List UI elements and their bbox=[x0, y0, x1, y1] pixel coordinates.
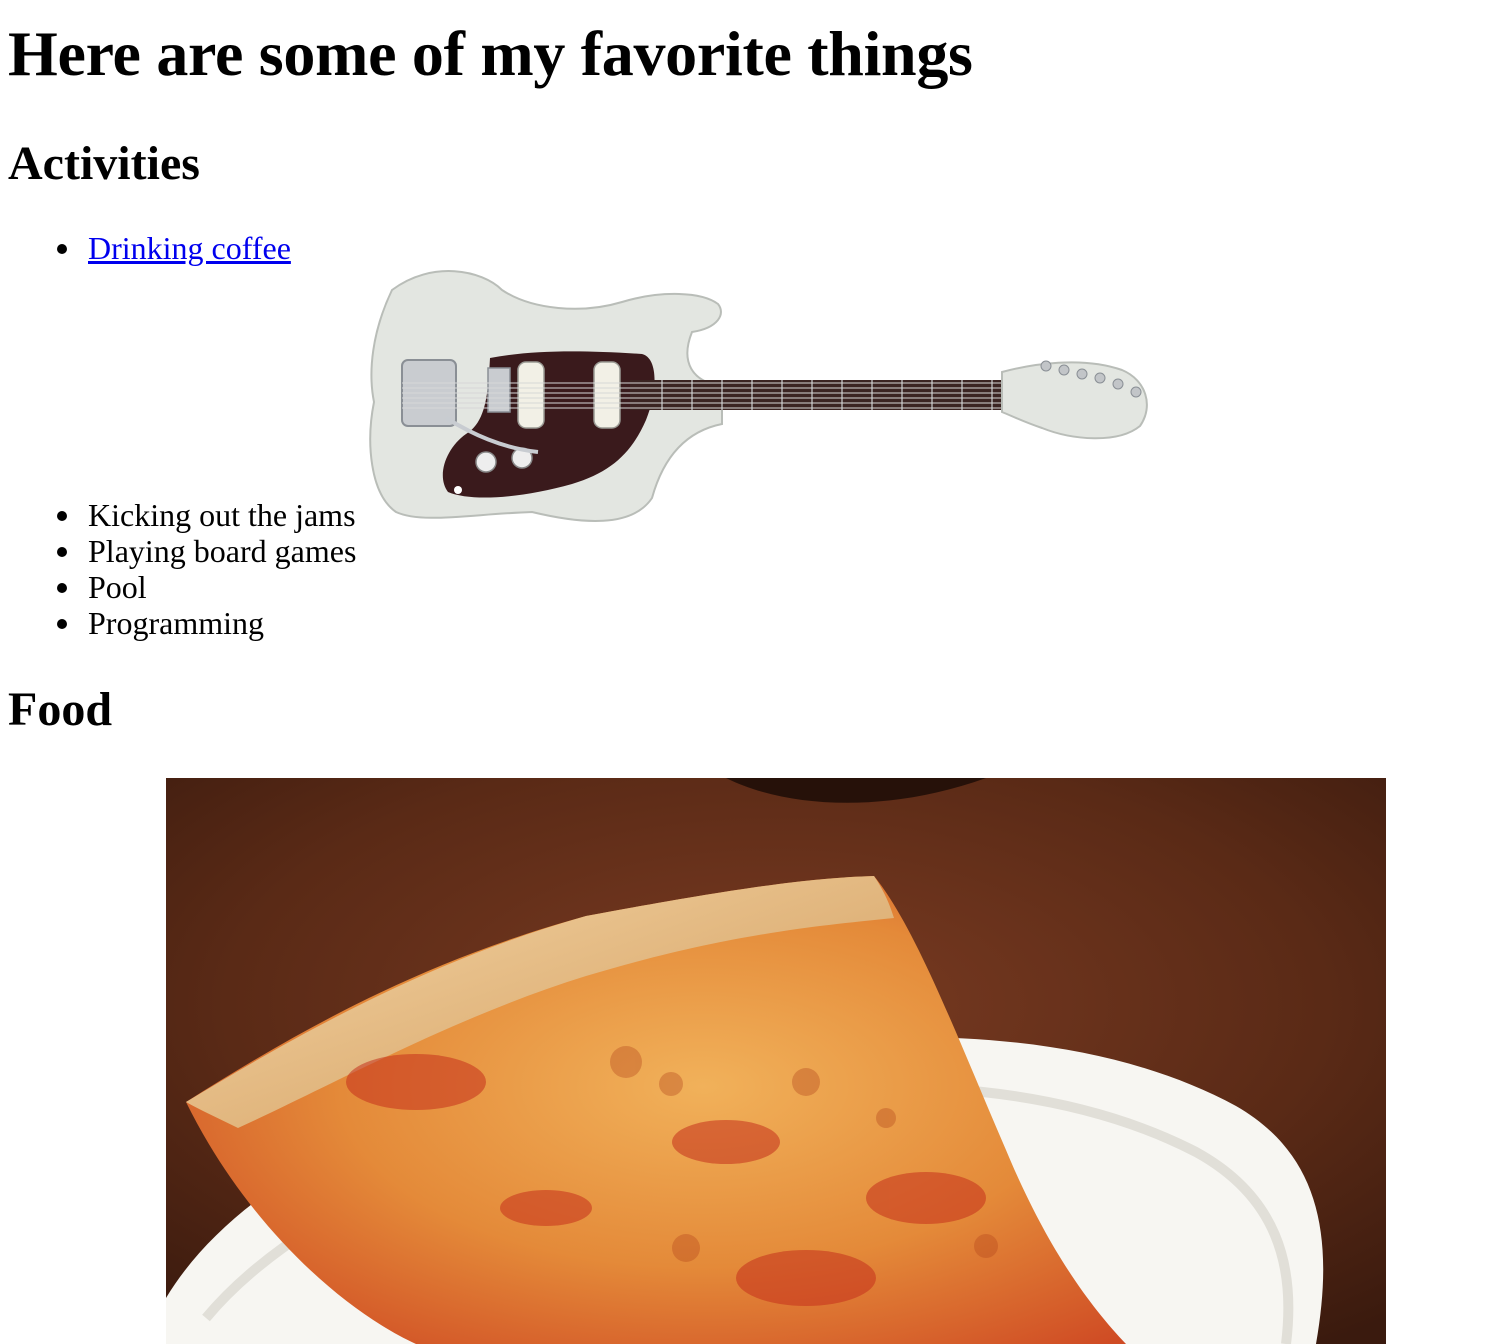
activities-list: Kicking out the jams Playing board games… bbox=[0, 497, 356, 641]
list-item: Playing board games bbox=[0, 533, 356, 569]
activities-heading: Activities bbox=[8, 137, 200, 190]
page-title: Here are some of my favorite things bbox=[8, 18, 973, 89]
page: Here are some of my favorite things Acti… bbox=[0, 0, 1496, 1344]
food-heading: Food bbox=[8, 683, 113, 736]
list-item: Pool bbox=[0, 569, 356, 605]
list-item: Drinking coffee bbox=[0, 230, 291, 266]
drinking-coffee-link[interactable]: Drinking coffee bbox=[88, 230, 291, 266]
guitar-image bbox=[369, 270, 1148, 522]
list-item: Programming bbox=[0, 605, 356, 641]
pizza-image bbox=[166, 778, 1386, 1344]
activities-list-top: Drinking coffee bbox=[0, 230, 291, 266]
list-item: Kicking out the jams bbox=[0, 497, 356, 533]
